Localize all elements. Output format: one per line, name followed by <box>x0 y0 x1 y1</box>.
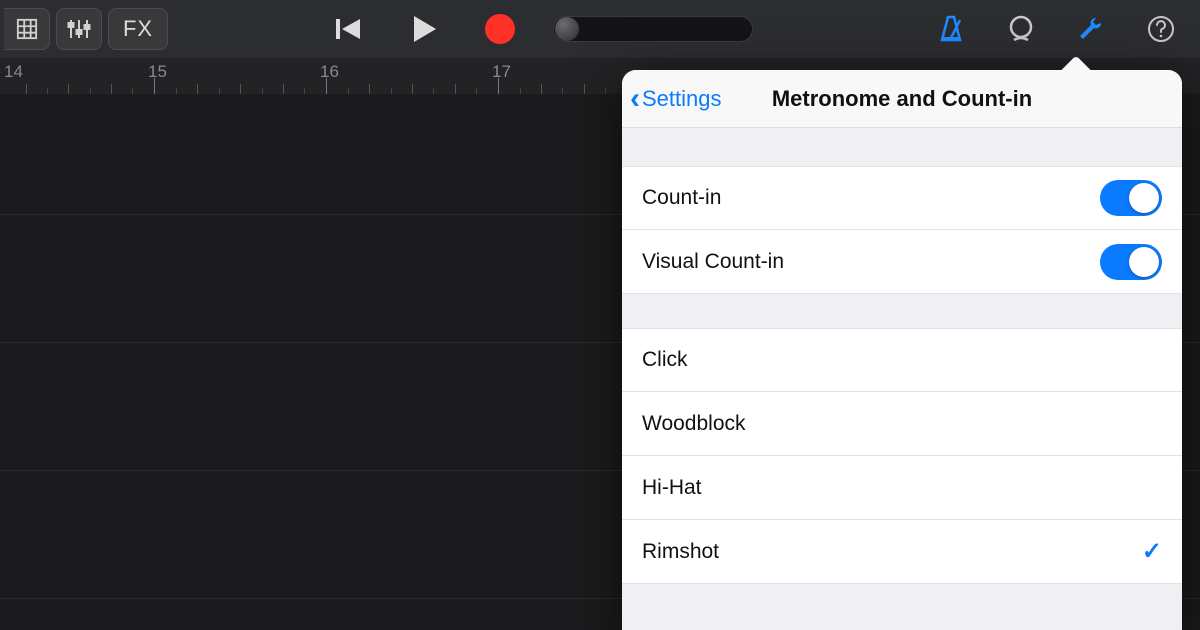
wrench-icon <box>1076 14 1106 44</box>
play-button[interactable] <box>401 6 447 52</box>
loop-icon <box>1006 14 1036 44</box>
popover-body: Count-in Visual Count-in Click Woodblock… <box>622 128 1182 630</box>
checkmark-icon: ✓ <box>1142 537 1162 566</box>
slider-thumb <box>555 17 579 41</box>
back-label: Settings <box>642 86 722 112</box>
bar-number: 15 <box>148 62 167 82</box>
count-in-row: Count-in <box>622 166 1182 230</box>
skip-back-icon <box>333 15 363 43</box>
bar-number: 14 <box>4 62 23 82</box>
row-label: Woodblock <box>642 412 746 436</box>
count-in-section: Count-in Visual Count-in <box>622 166 1182 294</box>
row-label: Visual Count-in <box>642 250 784 274</box>
sound-option-hihat[interactable]: Hi-Hat <box>622 456 1182 520</box>
sound-option-woodblock[interactable]: Woodblock <box>622 392 1182 456</box>
toolbar-right <box>934 12 1190 46</box>
transport-controls <box>325 6 523 52</box>
help-icon <box>1146 14 1176 44</box>
grid-icon <box>16 18 38 40</box>
settings-popover: ‹ Settings Metronome and Count-in Count-… <box>622 70 1182 630</box>
row-label: Count-in <box>642 186 721 210</box>
help-button[interactable] <box>1144 12 1178 46</box>
metronome-button[interactable] <box>934 12 968 46</box>
record-icon <box>485 14 515 44</box>
sound-section: Click Woodblock Hi-Hat Rimshot ✓ <box>622 328 1182 584</box>
position-slider[interactable] <box>553 16 753 42</box>
popover-header: ‹ Settings Metronome and Count-in <box>622 70 1182 128</box>
bar-number: 17 <box>492 62 511 82</box>
settings-button[interactable] <box>1074 12 1108 46</box>
bar-number: 16 <box>320 62 339 82</box>
grid-view-button[interactable] <box>4 8 50 50</box>
visual-count-in-toggle[interactable] <box>1100 244 1162 280</box>
chevron-left-icon: ‹ <box>630 84 640 114</box>
sliders-icon <box>66 17 92 41</box>
metronome-icon <box>936 14 966 44</box>
row-label: Click <box>642 348 688 372</box>
visual-count-in-row: Visual Count-in <box>622 230 1182 294</box>
sound-option-click[interactable]: Click <box>622 328 1182 392</box>
fx-button[interactable]: FX <box>108 8 168 50</box>
count-in-toggle[interactable] <box>1100 180 1162 216</box>
back-button[interactable]: ‹ Settings <box>622 84 722 114</box>
mixer-button[interactable] <box>56 8 102 50</box>
go-to-start-button[interactable] <box>325 6 371 52</box>
fx-label: FX <box>123 16 153 42</box>
play-icon <box>410 14 438 44</box>
record-button[interactable] <box>477 6 523 52</box>
top-toolbar: FX <box>0 0 1200 58</box>
loop-button[interactable] <box>1004 12 1038 46</box>
row-label: Hi-Hat <box>642 476 702 500</box>
sound-option-rimshot[interactable]: Rimshot ✓ <box>622 520 1182 584</box>
row-label: Rimshot <box>642 540 719 564</box>
